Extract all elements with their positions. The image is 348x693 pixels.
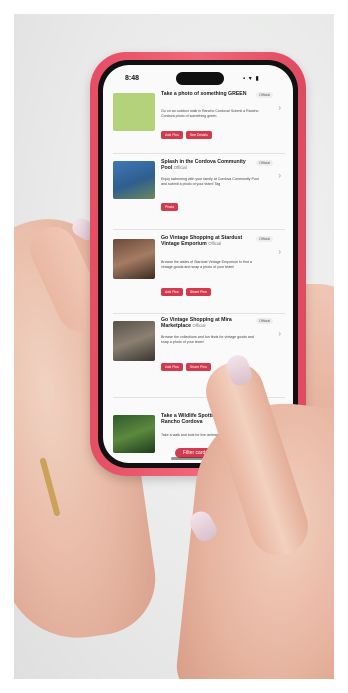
card-title: Go Vintage Shopping at Mira Marketplace … — [161, 317, 232, 330]
add-pics-button[interactable]: Add Pics — [161, 363, 183, 371]
photo-button[interactable]: Photo — [161, 203, 179, 211]
card-thumbnail — [113, 321, 155, 361]
card-title: Go Vintage Shopping at Stardust Vintage … — [161, 235, 243, 248]
card-thumbnail — [113, 415, 155, 453]
add-pics-button[interactable]: Add Pics — [161, 288, 183, 296]
see-details-button[interactable]: See Details — [185, 131, 212, 139]
card-title: Take a photo of something GREEN — [161, 91, 247, 97]
share-pics-button[interactable]: Share Pics — [185, 363, 211, 371]
card-description: Browse the aisles of Stardust Vintage Em… — [161, 260, 252, 269]
official-badge: Official — [256, 318, 273, 324]
card-description: Browse the collections and fun finds for… — [161, 335, 254, 344]
official-badge: Official — [256, 236, 273, 242]
card-description: Enjoy swimming with your family at Cordo… — [161, 177, 259, 186]
dynamic-island — [176, 72, 224, 85]
card-title: Splash in the Cordova Community Pool Off… — [161, 159, 246, 172]
status-bar: 8:48 ▪ ▾ ▮ — [103, 65, 293, 91]
status-icons: ▪ ▾ ▮ — [243, 76, 260, 82]
photo: 8:48 ▪ ▾ ▮ Take a photo of something GRE… — [14, 14, 334, 679]
card-thumbnail — [113, 93, 155, 131]
list-item[interactable]: Take a photo of something GREEN Go on an… — [113, 89, 285, 154]
card-thumbnail — [113, 239, 155, 279]
chevron-right-icon: › — [278, 247, 281, 256]
status-time: 8:48 — [125, 75, 140, 82]
official-badge: Official — [256, 92, 273, 98]
chevron-right-icon: › — [278, 103, 281, 112]
list-item[interactable]: Go Vintage Shopping at Stardust Vintage … — [113, 233, 285, 314]
official-badge: Official — [256, 160, 273, 166]
share-pics-button[interactable]: Share Pics — [185, 288, 211, 296]
chevron-right-icon: › — [278, 171, 281, 180]
chevron-right-icon: › — [278, 329, 281, 338]
card-description: Go on an outdoor walk in Rancho Cordova!… — [161, 109, 259, 118]
card-thumbnail — [113, 161, 155, 199]
list-item[interactable]: Splash in the Cordova Community Pool Off… — [113, 157, 285, 230]
add-pics-button[interactable]: Add Pics — [161, 131, 183, 139]
